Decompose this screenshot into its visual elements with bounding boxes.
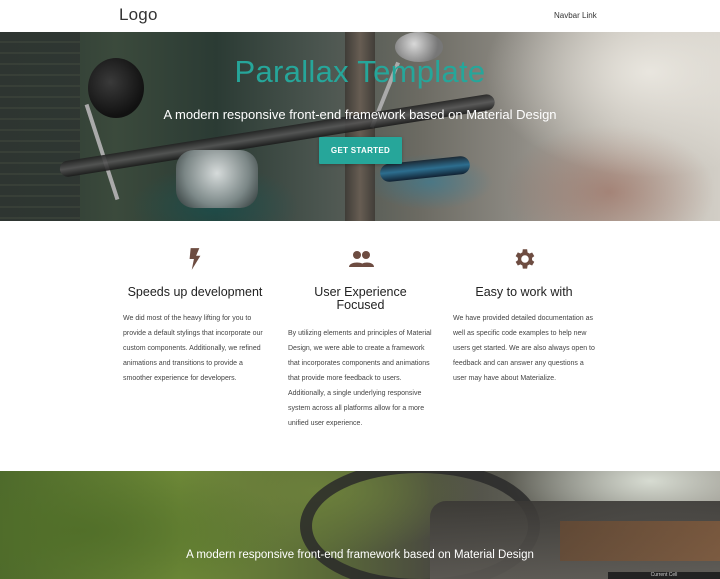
hero-parallax: Parallax Template A modern responsive fr… (0, 32, 720, 221)
status-tab: Current Cell (608, 572, 720, 579)
hero-title: Parallax Template (234, 54, 486, 89)
feature-title: Speeds up development (127, 285, 263, 299)
group-icon (348, 251, 374, 267)
feature-text: We did most of the heavy lifting for you… (123, 315, 263, 382)
feature-title: Easy to work with (475, 285, 573, 299)
bottom-parallax-text: A modern responsive front-end framework … (186, 549, 534, 561)
logo-link[interactable]: Logo (119, 5, 158, 25)
feature-text: By utilizing elements and principles of … (288, 330, 432, 427)
settings-icon (515, 249, 535, 269)
get-started-button[interactable]: GET STARTED (319, 137, 402, 164)
feature-title: User Experience Focused (314, 285, 407, 312)
feature-text: We have provided detailed documentation … (453, 315, 595, 382)
flash-icon (189, 248, 201, 270)
navbar-link[interactable]: Navbar Link (554, 11, 597, 20)
features-section: Speeds up development We did most of the… (0, 221, 720, 471)
feature-card: Speeds up development We did most of the… (123, 246, 267, 386)
feature-card: Easy to work with We have provided detai… (453, 246, 595, 386)
hero-subtitle: A modern responsive front-end framework … (163, 107, 557, 122)
navbar: Logo Navbar Link (0, 0, 720, 32)
bottom-parallax: A modern responsive front-end framework … (0, 471, 720, 579)
feature-card: User Experience Focused By utilizing ele… (288, 246, 433, 431)
hero-gauge (176, 150, 258, 208)
